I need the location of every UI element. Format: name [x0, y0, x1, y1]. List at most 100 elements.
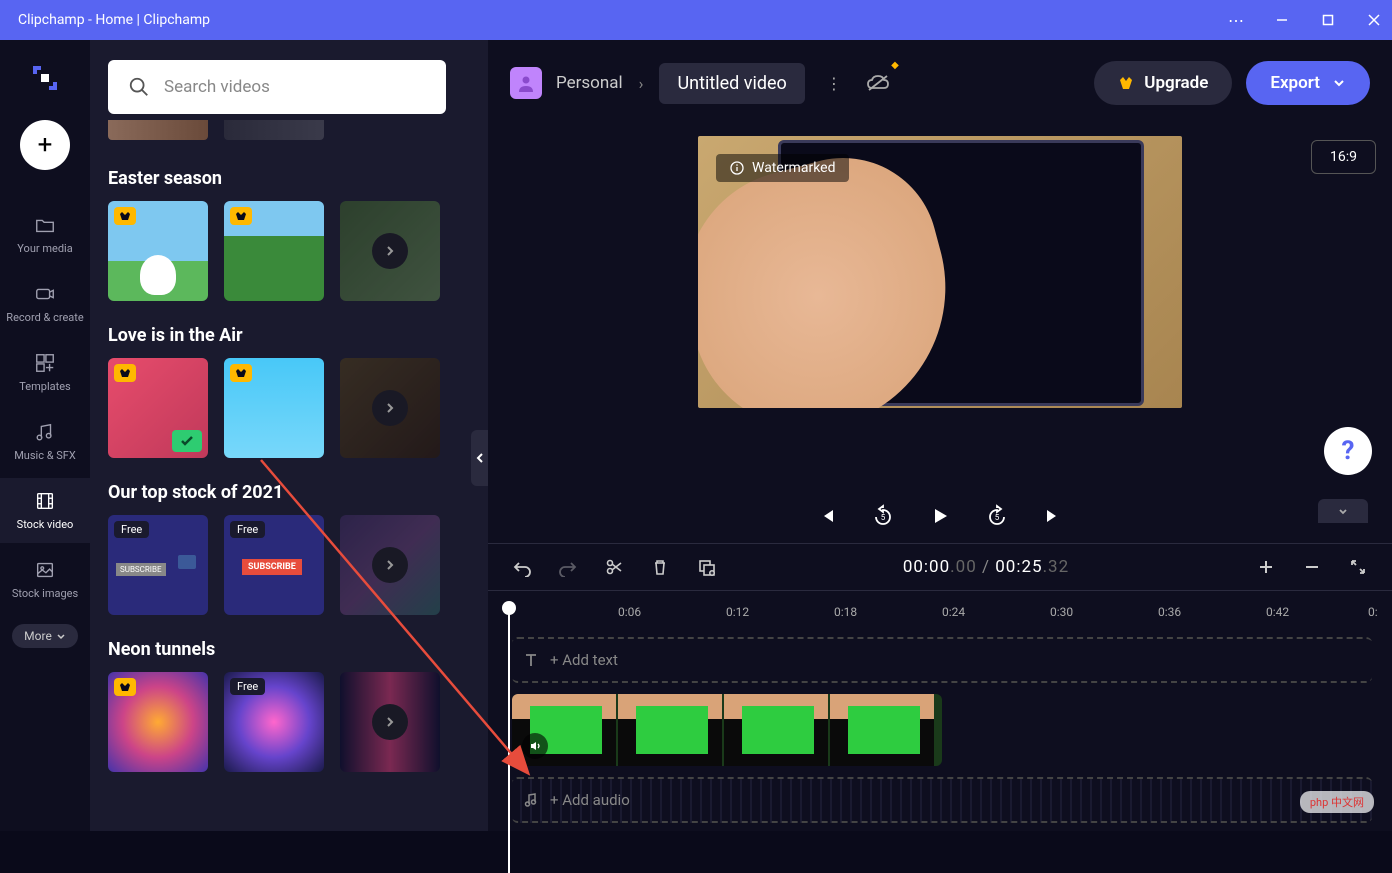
- search-input[interactable]: [164, 77, 426, 97]
- video-track[interactable]: [512, 691, 1392, 769]
- stock-thumb[interactable]: [224, 201, 324, 301]
- premium-badge-icon: [114, 207, 136, 225]
- chevron-right-icon: [372, 704, 408, 740]
- time-total: 00:25: [995, 557, 1042, 577]
- stock-thumb-more[interactable]: [340, 358, 440, 458]
- redo-button[interactable]: [558, 557, 578, 577]
- ruler-tick: 0:06: [618, 605, 641, 619]
- skip-start-button[interactable]: [817, 506, 837, 526]
- zoom-fit-button[interactable]: [1348, 557, 1368, 577]
- more-label: More: [24, 629, 52, 643]
- playhead[interactable]: [502, 601, 516, 615]
- preview-area: Watermarked 16:9 ?: [488, 126, 1392, 489]
- sidebar-item-stock-video[interactable]: Stock video: [0, 478, 90, 543]
- audio-track[interactable]: + Add audio: [512, 777, 1372, 823]
- export-button[interactable]: Export: [1246, 61, 1370, 105]
- chevron-right-icon: [372, 390, 408, 426]
- chevron-down-icon: [1337, 506, 1349, 516]
- rewind-5-button[interactable]: 5: [871, 504, 895, 528]
- text-icon: [522, 651, 540, 669]
- sidebar-label: Templates: [19, 380, 70, 393]
- timeline-ruler[interactable]: 0:06 0:12 0:18 0:24 0:30 0:36 0:42 0:: [488, 599, 1392, 629]
- sidebar-item-templates[interactable]: Templates: [0, 340, 90, 405]
- cloud-sync-button[interactable]: ◆: [863, 68, 893, 98]
- window-titlebar: Clipchamp - Home | Clipchamp ⋯: [0, 0, 1392, 40]
- left-sidebar: + Your media Record & create Templates M…: [0, 40, 90, 831]
- info-icon: [730, 161, 744, 175]
- workspace-name[interactable]: Personal: [556, 73, 623, 93]
- section-title: Easter season: [108, 168, 470, 189]
- window-title: Clipchamp - Home | Clipchamp: [10, 12, 210, 28]
- stock-thumb[interactable]: [108, 201, 208, 301]
- stock-thumb[interactable]: [108, 358, 208, 458]
- stock-thumb-more[interactable]: [340, 515, 440, 615]
- more-button[interactable]: More: [12, 624, 78, 648]
- section-top-stock: Our top stock of 2021 Free SUBSCRIBE Fre…: [108, 482, 470, 615]
- expand-timeline-button[interactable]: [1318, 499, 1368, 523]
- stock-thumb-more[interactable]: [340, 672, 440, 772]
- upgrade-button[interactable]: Upgrade: [1094, 61, 1232, 105]
- premium-badge-icon: [230, 207, 252, 225]
- aspect-ratio-button[interactable]: 16:9: [1311, 140, 1376, 174]
- stock-thumb[interactable]: Free SUBSCRIBE: [224, 515, 324, 615]
- stock-thumb[interactable]: Free SUBSCRIBE: [108, 515, 208, 615]
- search-box[interactable]: [108, 60, 446, 114]
- section-easter: Easter season: [108, 168, 470, 301]
- clip-audio-button[interactable]: [522, 733, 548, 759]
- stock-thumb-more[interactable]: [340, 201, 440, 301]
- more-dots-icon[interactable]: ⋯: [1228, 12, 1244, 28]
- timeline[interactable]: 0:06 0:12 0:18 0:24 0:30 0:36 0:42 0: + …: [488, 591, 1392, 831]
- split-button[interactable]: [604, 557, 624, 577]
- sidebar-item-record[interactable]: Record & create: [0, 271, 90, 336]
- add-text-label: + Add text: [550, 651, 618, 669]
- close-button[interactable]: [1366, 12, 1382, 28]
- video-preview[interactable]: Watermarked: [698, 136, 1182, 408]
- sidebar-item-music[interactable]: Music & SFX: [0, 409, 90, 474]
- duplicate-button[interactable]: [696, 557, 716, 577]
- delete-button[interactable]: [650, 557, 670, 577]
- forward-5-button[interactable]: 5: [985, 504, 1009, 528]
- sidebar-item-your-media[interactable]: Your media: [0, 202, 90, 267]
- zoom-in-button[interactable]: [1256, 557, 1276, 577]
- undo-button[interactable]: [512, 557, 532, 577]
- section-title: Love is in the Air: [108, 325, 470, 346]
- ruler-tick: 0:: [1368, 605, 1378, 619]
- skip-end-button[interactable]: [1043, 506, 1063, 526]
- stock-thumb[interactable]: [108, 672, 208, 772]
- section-title: Neon tunnels: [108, 639, 470, 660]
- chevron-left-icon: [475, 452, 485, 464]
- video-clip[interactable]: [512, 694, 942, 766]
- check-icon: [172, 430, 202, 452]
- premium-badge-icon: [114, 678, 136, 696]
- export-label: Export: [1270, 73, 1320, 93]
- chevron-down-icon: [56, 631, 66, 641]
- stock-panel: Easter season Love is in the Air: [90, 40, 488, 831]
- window-controls: ⋯: [1228, 12, 1382, 28]
- help-button[interactable]: ?: [1324, 427, 1372, 475]
- ruler-tick: 0:18: [834, 605, 857, 619]
- project-title[interactable]: Untitled video: [659, 63, 804, 104]
- kebab-menu-button[interactable]: ⋮: [819, 68, 849, 98]
- text-track[interactable]: + Add text: [512, 637, 1372, 683]
- ruler-tick: 0:24: [942, 605, 965, 619]
- minimize-button[interactable]: [1274, 12, 1290, 28]
- workspace-avatar[interactable]: [510, 67, 542, 99]
- stock-thumb[interactable]: Free: [224, 672, 324, 772]
- zoom-out-button[interactable]: [1302, 557, 1322, 577]
- stock-thumb[interactable]: [224, 358, 324, 458]
- section-neon: Neon tunnels Free: [108, 639, 470, 772]
- app-logo: [25, 58, 65, 98]
- free-badge: Free: [230, 521, 265, 538]
- maximize-button[interactable]: [1320, 12, 1336, 28]
- top-bar: Personal › Untitled video ⋮ ◆ Upgrade Ex…: [488, 40, 1392, 126]
- sidebar-item-stock-images[interactable]: Stock images: [0, 547, 90, 612]
- add-button[interactable]: +: [20, 120, 70, 170]
- panel-collapse-button[interactable]: [471, 430, 488, 486]
- play-button[interactable]: [929, 505, 951, 527]
- section-love: Love is in the Air: [108, 325, 470, 458]
- sidebar-label: Your media: [17, 242, 72, 255]
- chevron-right-icon: [372, 547, 408, 583]
- premium-badge-icon: [114, 364, 136, 382]
- sidebar-label: Record & create: [6, 311, 83, 324]
- time-current-frac: .00: [950, 557, 977, 577]
